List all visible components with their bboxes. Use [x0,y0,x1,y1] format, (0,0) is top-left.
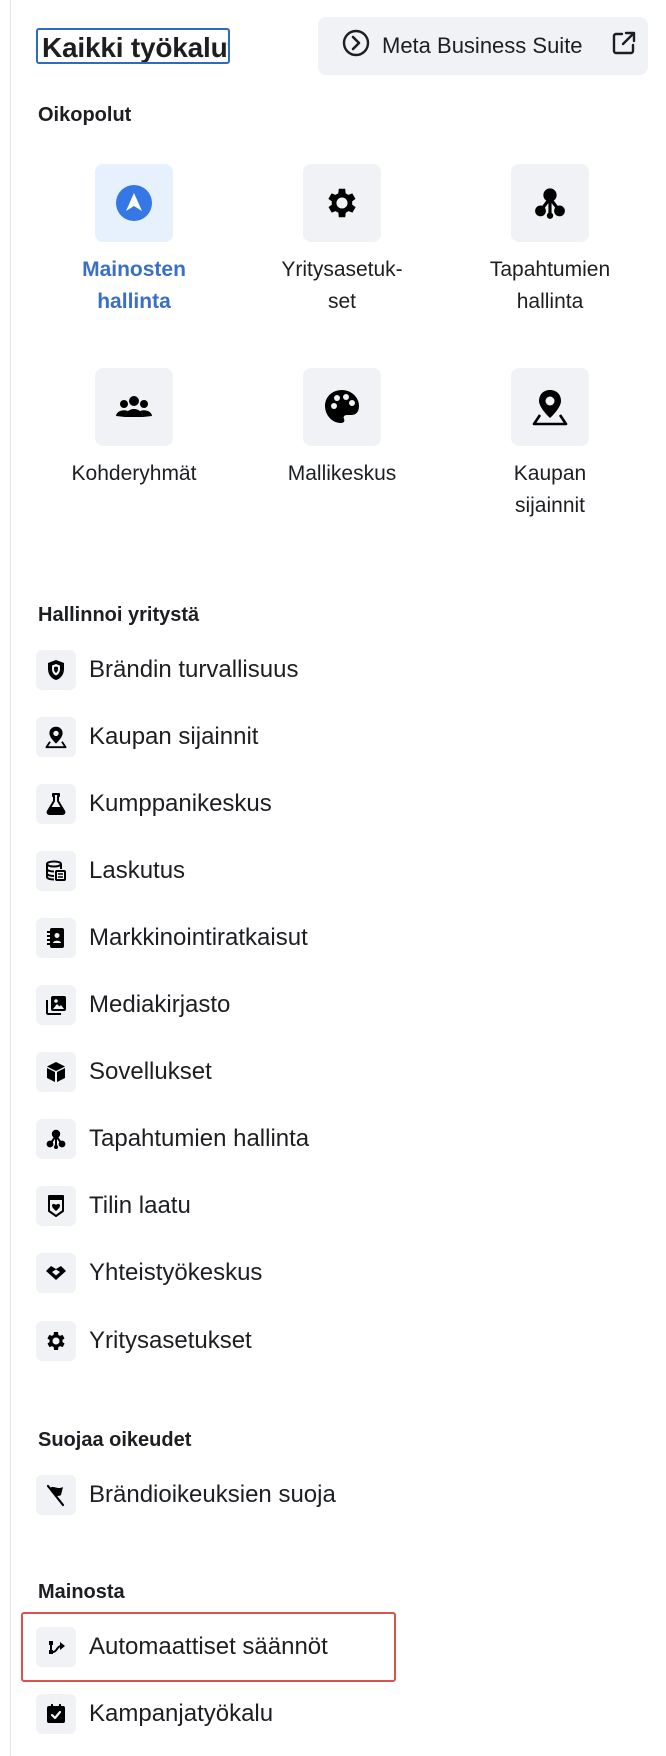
gear-icon [36,1321,76,1361]
menu-item-label: Tilin laatu [89,1192,191,1219]
menu-item-label: Kaupan sijainnit [89,723,259,750]
menu-item-label: Yritysasetukset [89,1327,252,1354]
shortcut-label: Mallikeskus [287,462,397,485]
palette-icon [303,368,381,446]
shortcut-label: hallinta [516,290,584,313]
shortcut-events-manager[interactable]: Tapahtumien hallinta [450,164,650,318]
audiences-icon [95,368,173,446]
protect-rights-heading: Suojaa oikeudet [38,1429,192,1451]
shield-icon [36,650,76,690]
events-manager-icon [36,1119,76,1159]
billing-icon [36,851,76,891]
gear-icon [303,164,381,242]
menu-item-events-manager[interactable]: Tapahtumien hallinta [36,1116,636,1162]
campaign-planner-icon [36,1694,76,1734]
shortcut-label: Kaupan [513,462,587,485]
shortcut-label: Tapahtumien [489,258,611,281]
meta-business-suite-button[interactable]: Meta Business Suite [318,17,648,75]
menu-item-label: Automaattiset säännöt [89,1633,328,1660]
shortcut-audiences[interactable]: Kohderyhmät [34,368,234,490]
handshake-icon [36,1253,76,1293]
shortcut-label: hallinta [97,290,171,313]
menu-item-label: Yhteistyökeskus [89,1259,263,1286]
shortcut-label: set [327,290,356,313]
menu-item-business-settings[interactable]: Yritysasetukset [36,1318,636,1364]
page-title: Kaikki työkalut [36,28,230,64]
shortcut-label: sijainnit [514,494,586,517]
menu-item-label: Brändin turvallisuus [89,656,299,683]
menu-item-collaboration-center[interactable]: Yhteistyökeskus [36,1250,636,1296]
ads-manager-icon [95,164,173,242]
account-quality-icon [36,1186,76,1226]
menu-item-brand-safety[interactable]: Brändin turvallisuus [36,647,636,693]
menu-item-label: Mediakirjasto [89,991,231,1018]
shortcut-ads-manager[interactable]: Mainosten hallinta [34,164,234,318]
advertise-heading: Mainosta [38,1581,125,1603]
menu-item-campaign-planner[interactable]: Kampanjatyökalu [36,1691,636,1737]
menu-item-label: Sovellukset [89,1058,212,1085]
menu-item-media-library[interactable]: Mediakirjasto [36,982,636,1028]
shortcut-label: Kohderyhmät [71,462,197,485]
shortcut-creative-hub[interactable]: Mallikeskus [242,368,442,490]
external-link-icon [611,30,637,62]
shortcut-business-settings[interactable]: Yritysasetuk-set [242,164,442,318]
menu-item-marketing-solutions[interactable]: Markkinointiratkaisut [36,915,636,961]
menu-item-label: Markkinointiratkaisut [89,924,308,951]
events-manager-icon [511,164,589,242]
menu-item-automated-rules[interactable]: Automaattiset säännöt [36,1624,636,1670]
automated-rules-icon [36,1627,76,1667]
shortcut-label: Yritysasetuk- [281,258,403,281]
manage-business-heading: Hallinnoi yritystä [38,604,200,626]
meta-business-suite-label: Meta Business Suite [382,33,583,58]
menu-item-label: Kampanjatyökalu [89,1700,274,1727]
menu-item-billing[interactable]: Laskutus [36,848,636,894]
cube-icon [36,1052,76,1092]
media-library-icon [36,985,76,1025]
menu-item-apps[interactable]: Sovellukset [36,1049,636,1095]
menu-item-label: Laskutus [89,857,186,884]
flask-icon [36,784,76,824]
menu-item-partner-center[interactable]: Kumppanikeskus [36,781,636,827]
menu-item-label: Tapahtumien hallinta [89,1125,310,1152]
store-location-icon [511,368,589,446]
meta-business-suite-icon [342,29,370,63]
menu-item-account-quality[interactable]: Tilin laatu [36,1183,636,1229]
shortcut-label: Mainosten [82,258,186,281]
menu-item-label: Brändioikeuksien suoja [89,1481,336,1508]
menu-item-store-locations[interactable]: Kaupan sijainnit [36,714,636,760]
contacts-book-icon [36,918,76,958]
menu-item-label: Kumppanikeskus [89,790,272,817]
shortcut-store-locations[interactable]: Kaupan sijainnit [450,368,650,522]
menu-item-brand-rights-protection[interactable]: Brändioikeuksien suoja [36,1472,636,1518]
shortcuts-heading: Oikopolut [38,104,132,126]
store-location-icon [36,717,76,757]
left-divider [10,0,11,1756]
flag-icon [36,1475,76,1515]
